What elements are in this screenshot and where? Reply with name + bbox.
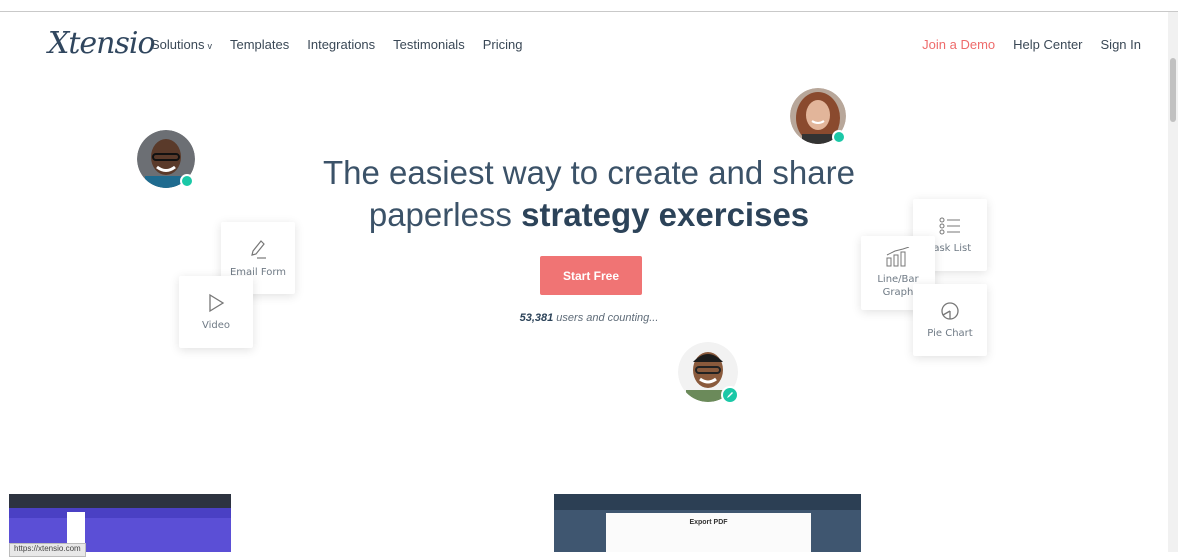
play-icon: [209, 293, 225, 312]
join-demo-link[interactable]: Join a Demo: [922, 37, 995, 52]
sign-in-link[interactable]: Sign In: [1101, 37, 1141, 52]
nav-templates[interactable]: Templates: [230, 37, 289, 52]
avatar-user-left: [137, 130, 195, 188]
editor-subtoolbar: [9, 508, 231, 518]
page-scrollbar[interactable]: [1168, 12, 1178, 552]
export-title: Export PDF: [689, 519, 728, 526]
status-url-bar: https://xtensio.com: [9, 543, 86, 557]
scrollbar-thumb[interactable]: [1170, 58, 1176, 122]
help-center-link[interactable]: Help Center: [1013, 37, 1082, 52]
start-free-button[interactable]: Start Free: [540, 256, 642, 295]
users-count: 53,381: [519, 312, 554, 324]
card-label: Pie Chart: [927, 327, 973, 339]
pie-chart-card: Pie Chart: [913, 284, 987, 356]
chevron-down-icon: v: [207, 41, 212, 51]
headline-line-2: paperless strategy exercises: [0, 194, 1178, 236]
nav-integrations[interactable]: Integrations: [307, 37, 375, 52]
pie-chart-icon: [941, 301, 959, 320]
nav-solutions[interactable]: Solutions v: [151, 37, 212, 52]
xtensio-logo[interactable]: Xtensio: [48, 26, 156, 61]
pencil-icon: [721, 386, 739, 404]
avatar-user-bottom: [678, 342, 739, 404]
avatar-user-top-right: [790, 88, 846, 144]
editor-toolbar: [9, 494, 231, 508]
online-status-dot: [180, 174, 194, 188]
editor-toolbar: [554, 494, 861, 510]
headline-bold: strategy exercises: [521, 196, 810, 233]
browser-top-border: [0, 0, 1178, 12]
online-status-dot: [832, 130, 846, 144]
card-label: Video: [201, 319, 231, 331]
pencil-icon: [251, 239, 266, 259]
card-label: Task List: [928, 242, 972, 254]
headline-prefix: paperless: [368, 196, 522, 233]
video-card: Video: [179, 276, 253, 348]
task-list-icon: [939, 217, 960, 234]
export-dialog: Export PDF: [606, 513, 811, 552]
account-nav: Join a Demo Help Center Sign In: [922, 37, 1141, 52]
main-nav: Solutions v Templates Integrations Testim…: [151, 37, 522, 52]
nav-testimonials[interactable]: Testimonials: [393, 37, 465, 52]
users-suffix: users and counting...: [553, 312, 659, 324]
bar-graph-icon: [886, 247, 910, 267]
users-counter: 53,381 users and counting...: [0, 312, 1178, 324]
editor-screenshot-right: Export PDF: [554, 494, 861, 552]
nav-pricing[interactable]: Pricing: [483, 37, 523, 52]
